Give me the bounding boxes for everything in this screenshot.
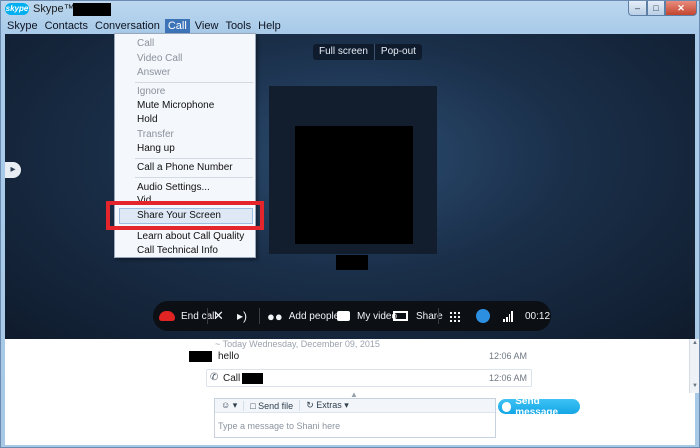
skype-window: skype Skype™ - – □ ✕ Skype Contacts Conv…	[0, 0, 700, 448]
title-bar: skype Skype™ - – □ ✕	[1, 1, 699, 18]
menu-bar: Skype Contacts Conversation Call View To…	[5, 19, 286, 34]
extras-button[interactable]: ↻ Extras ▾	[299, 400, 355, 411]
menu-item-audio-settings[interactable]: Audio Settings...	[137, 182, 210, 193]
emoticon-button[interactable]: ☺ ▾	[215, 400, 243, 411]
phone-icon: ✆	[210, 372, 219, 383]
people-icon: ●●	[267, 308, 283, 324]
microphone-muted-icon[interactable]: ✕	[213, 301, 224, 331]
chat-message: hello 12:06 AM	[185, 348, 531, 367]
divider	[207, 308, 208, 324]
menu-item-call: Call	[137, 38, 155, 49]
share-button[interactable]: Share	[393, 301, 443, 331]
menu-item-transfer: Transfer	[137, 129, 174, 140]
menu-item-answer: Answer	[137, 67, 171, 78]
call-quality-icon[interactable]	[503, 311, 513, 322]
call-timer: 00:12	[525, 310, 551, 322]
call-stage: Full screen Pop-out ▸ End call ✕ ▸) ●● A…	[5, 34, 695, 339]
send-file-button[interactable]: □ Send file	[243, 400, 299, 411]
conversation-pane: ~ Today Wednesday, December 09, 2015 hel…	[5, 339, 699, 445]
file-icon: □	[250, 400, 259, 411]
message-composer: ☺ ▾ □ Send file ↻ Extras ▾	[214, 398, 496, 438]
scroll-down-icon[interactable]: ▼	[691, 383, 699, 391]
redacted-avatar	[295, 126, 413, 244]
menu-item-hang-up[interactable]: Hang up	[137, 143, 175, 154]
menu-skype[interactable]: Skype	[5, 19, 43, 34]
redacted-sender	[189, 351, 212, 362]
extras-icon: ↻	[306, 400, 317, 410]
menu-tools[interactable]: Tools	[223, 19, 256, 34]
view-buttons: Full screen Pop-out	[313, 44, 422, 60]
redacted-contact-label	[336, 255, 368, 270]
menu-item-learn-call-quality[interactable]: Learn about Call Quality	[137, 231, 244, 242]
menu-item-call-phone-number[interactable]: Call a Phone Number	[137, 162, 233, 173]
menu-contacts[interactable]: Contacts	[43, 19, 93, 34]
menu-divider	[135, 82, 253, 83]
chat-bubble-icon[interactable]	[476, 309, 490, 323]
message-input[interactable]	[218, 417, 492, 435]
send-message-button[interactable]: Send message	[498, 396, 580, 418]
my-video-label: My video	[357, 310, 398, 322]
close-button[interactable]: ✕	[665, 1, 697, 16]
add-people-label: Add people	[288, 310, 340, 322]
menu-item-hold[interactable]: Hold	[137, 114, 158, 125]
add-people-button[interactable]: ●● Add people	[267, 301, 339, 331]
menu-conversation[interactable]: Conversation	[93, 19, 165, 34]
message-text: hello	[218, 351, 240, 362]
show-contacts-icon[interactable]: ▸	[5, 162, 21, 178]
send-icon	[502, 401, 512, 412]
scroll-up-icon[interactable]: ▲	[691, 340, 699, 348]
send-message-label: Send message	[515, 395, 559, 418]
my-video-button[interactable]: My video	[337, 301, 397, 331]
menu-item-ignore: Ignore	[137, 86, 166, 97]
end-call-icon	[159, 311, 175, 321]
history-scrollbar[interactable]: ▲ ▼	[689, 339, 699, 393]
menu-divider	[135, 177, 253, 178]
call-controls-bar: End call ✕ ▸) ●● Add people My video Sha…	[153, 301, 551, 331]
pop-out-button[interactable]: Pop-out	[373, 44, 422, 60]
call-event-message: ✆ Call to 12:06 AM	[206, 369, 532, 387]
send-file-label: Send file	[258, 400, 294, 411]
menu-item-mute-microphone[interactable]: Mute Microphone	[137, 100, 214, 111]
menu-view[interactable]: View	[193, 19, 224, 34]
share-screen-highlight-annotation	[106, 201, 264, 230]
menu-divider	[135, 158, 253, 159]
menu-item-call-technical-info[interactable]: Call Technical Info	[137, 245, 218, 256]
dialpad-icon[interactable]	[449, 311, 460, 322]
message-time: 12:06 AM	[488, 373, 527, 383]
divider	[259, 308, 260, 324]
redacted-callee	[242, 373, 263, 384]
redacted-contact-name	[73, 3, 111, 16]
menu-item-video-call: Video Call	[137, 53, 183, 64]
menu-help[interactable]: Help	[256, 19, 286, 34]
extras-label: Extras ▾	[316, 400, 349, 410]
share-screen-icon	[393, 311, 408, 321]
message-time: 12:06 AM	[488, 351, 527, 361]
maximize-button[interactable]: □	[647, 1, 665, 16]
camera-icon	[337, 311, 350, 321]
menu-call[interactable]: Call	[164, 19, 190, 34]
skype-logo: skype	[5, 3, 29, 15]
minimize-button[interactable]: –	[628, 1, 647, 16]
divider	[438, 308, 439, 324]
speaker-icon[interactable]: ▸)	[237, 301, 247, 331]
composer-scrollbar[interactable]	[689, 393, 699, 445]
end-call-label: End call	[181, 310, 217, 322]
composer-toolbar: ☺ ▾ □ Send file ↻ Extras ▾	[215, 399, 495, 413]
full-screen-button[interactable]: Full screen	[313, 44, 374, 60]
